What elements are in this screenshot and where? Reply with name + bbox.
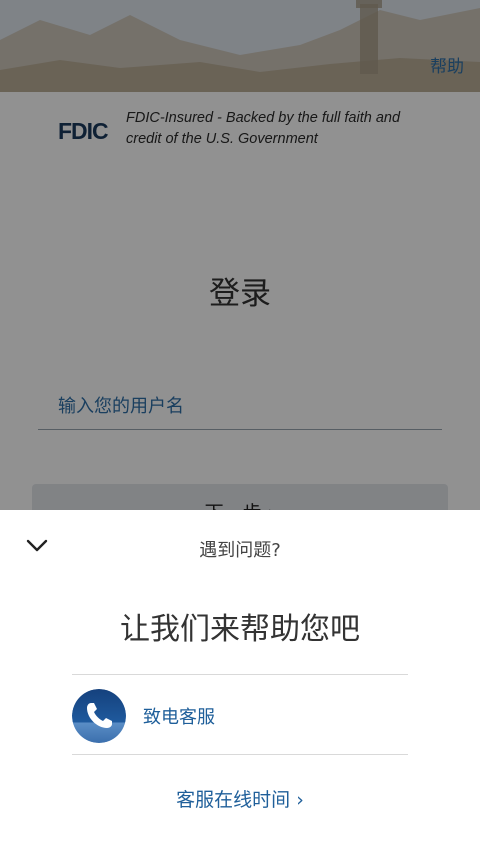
divider: [72, 754, 408, 755]
divider: [72, 674, 408, 675]
call-support-label: 致电客服: [143, 707, 215, 728]
sheet-title: 让我们来帮助您吧: [120, 612, 360, 647]
support-hours-link[interactable]: 客服在线时间 ›: [0, 785, 480, 812]
sheet-header: 遇到问题?: [199, 540, 281, 561]
phone-icon: [72, 689, 126, 743]
call-support-button[interactable]: 致电客服: [72, 688, 408, 744]
